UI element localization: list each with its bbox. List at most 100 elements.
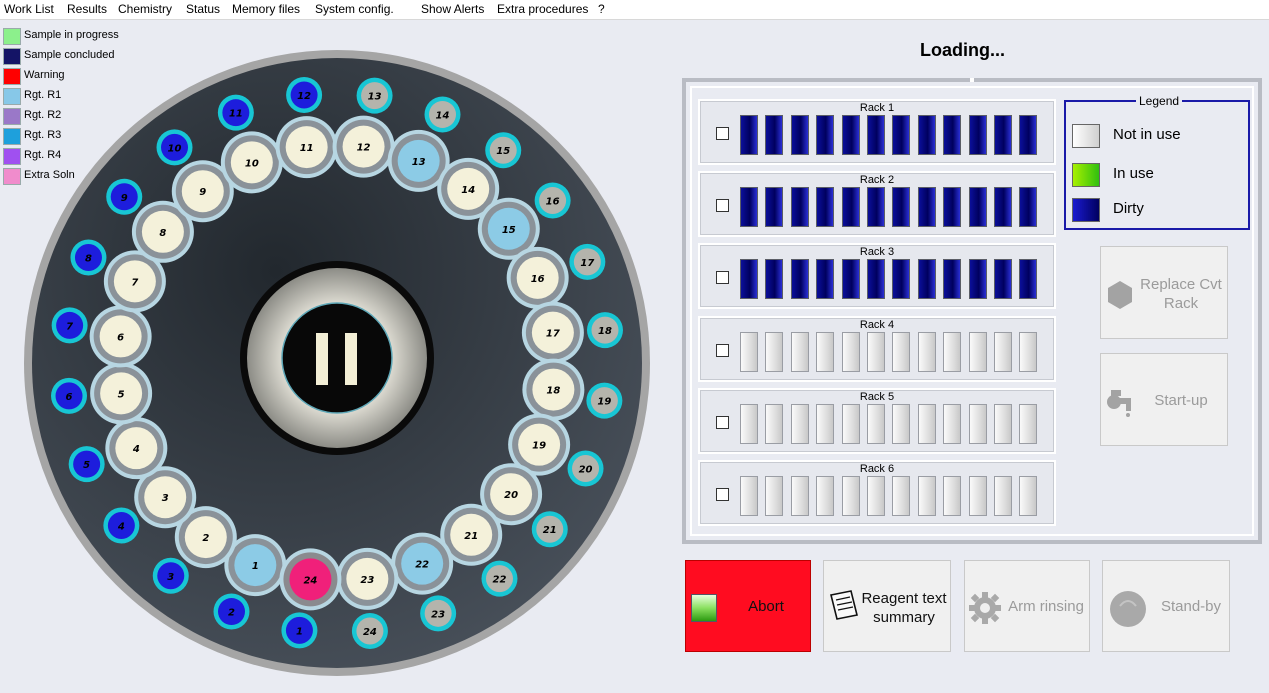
cup-position[interactable]: 4 [103, 507, 140, 544]
cuvette [841, 332, 860, 372]
document-icon [830, 590, 858, 620]
position-number: 18 [598, 326, 612, 337]
position-number: 12 [357, 143, 371, 154]
cup-position[interactable]: 20 [567, 450, 604, 487]
cuvette [740, 187, 758, 227]
cuvette [790, 404, 809, 444]
position-number: 22 [493, 575, 507, 586]
position-number: 20 [579, 464, 593, 475]
cup-position[interactable]: 6 [51, 377, 88, 414]
replace-cvt-rack-label-line1: Replace Cvt [1140, 276, 1222, 293]
cup-position[interactable]: 14 [424, 96, 461, 133]
position-number: 23 [360, 575, 374, 586]
reagent-bottle-position[interactable]: 22 [391, 532, 454, 595]
cup-position[interactable]: 22 [481, 560, 518, 597]
replace-cvt-rack-button[interactable]: Replace Cvt Rack [1100, 246, 1228, 339]
cup-position[interactable]: 16 [534, 182, 571, 219]
cup-position[interactable]: 23 [420, 595, 457, 632]
cup-position[interactable]: 13 [356, 77, 393, 114]
position-number: 11 [300, 143, 314, 154]
reagent-bottle-position[interactable]: 4 [105, 417, 168, 480]
rack-checkbox[interactable] [716, 344, 729, 357]
cup-position[interactable]: 5 [68, 446, 105, 483]
position-number: 3 [167, 572, 174, 583]
cup-position[interactable]: 10 [156, 129, 193, 166]
cuvette [765, 476, 784, 516]
position-number: 16 [546, 197, 560, 208]
position-number: 14 [436, 110, 450, 121]
position-number: 9 [121, 193, 128, 204]
cup-position[interactable]: 24 [351, 612, 388, 649]
legend-label: Rgt. R4 [24, 149, 62, 161]
reagent-bottle-position[interactable]: 17 [521, 301, 584, 364]
reagent-bottle-position[interactable]: 10 [220, 131, 283, 194]
cup-position[interactable]: 3 [152, 557, 189, 594]
reagent-carousel: 1234567891011 121314151617181920212223241… [24, 50, 650, 676]
position-number: 15 [496, 146, 510, 157]
cuvette [867, 259, 885, 299]
cup-position[interactable]: 9 [106, 178, 143, 215]
reagent-bottle-position[interactable]: 11 [275, 116, 338, 179]
cuvette [968, 404, 987, 444]
rack-checkbox[interactable] [716, 271, 729, 284]
rack-title: Rack 3 [859, 246, 895, 258]
cuvette [892, 259, 911, 299]
legend-swatch [3, 88, 21, 105]
cup-position[interactable]: 17 [569, 243, 606, 280]
rack-checkbox[interactable] [716, 199, 729, 212]
cup-position[interactable]: 18 [586, 312, 623, 349]
reagent-bottle-position[interactable]: 16 [506, 246, 569, 309]
position-number: 1 [296, 626, 303, 637]
position-number: 10 [168, 143, 182, 154]
reagent-bottle-position[interactable]: 6 [89, 305, 152, 368]
reagent-bottle-position[interactable]: 12 [332, 115, 395, 178]
position-number: 21 [543, 525, 557, 536]
rack-checkbox[interactable] [716, 127, 729, 140]
rack-2: Rack 2 [698, 171, 1056, 237]
reagent-bottle-position[interactable]: 5 [90, 362, 153, 425]
position-number: 17 [546, 329, 560, 340]
position-number: 11 [229, 109, 243, 120]
arm-rinsing-label: Arm rinsing [1008, 598, 1084, 615]
cuvette [740, 115, 758, 155]
cup-position[interactable]: 11 [217, 94, 254, 131]
cup-position[interactable]: 15 [485, 132, 522, 169]
pause-button[interactable] [281, 302, 393, 414]
cuvette [943, 404, 962, 444]
rack-checkbox[interactable] [716, 416, 729, 429]
standby-button[interactable]: Stand-by [1102, 560, 1230, 652]
reagent-text-summary-button[interactable]: Reagent text summary [823, 560, 951, 652]
rack-6: Rack 6 [698, 460, 1056, 526]
cup-position[interactable]: 19 [586, 382, 623, 419]
legend-swatch-not-in-use [1072, 124, 1100, 148]
legend-swatch [3, 148, 21, 165]
cup-position[interactable]: 7 [51, 307, 88, 344]
gear-icon [969, 592, 1001, 624]
abort-indicator-icon [691, 594, 717, 622]
abort-button[interactable]: Abort [685, 560, 811, 652]
rack-title: Rack 2 [859, 174, 895, 186]
position-number: 13 [368, 92, 382, 103]
position-number: 5 [118, 389, 125, 400]
legend-label-dirty: Dirty [1113, 200, 1144, 217]
arm-rinsing-button[interactable]: Arm rinsing [964, 560, 1090, 652]
cuvette [816, 259, 835, 299]
startup-button[interactable]: Start-up [1100, 353, 1228, 446]
legend-label: Rgt. R3 [24, 129, 62, 141]
cup-position[interactable]: 12 [286, 77, 323, 114]
cuvette [765, 187, 784, 227]
rack-checkbox[interactable] [716, 488, 729, 501]
position-number: 9 [199, 187, 206, 198]
cuvette [790, 332, 809, 372]
reagent-bottle-position[interactable]: 23 [336, 547, 399, 610]
cup-position[interactable]: 2 [213, 593, 250, 630]
cuvette [765, 115, 784, 155]
cup-position[interactable]: 1 [281, 612, 318, 649]
cup-position[interactable]: 21 [531, 511, 568, 548]
cuvette [917, 115, 936, 155]
cup-position[interactable]: 8 [70, 239, 107, 276]
reagent-bottle-position[interactable]: 24 [279, 548, 342, 611]
reagent-bottle-position[interactable]: 18 [522, 358, 585, 421]
reagent-summary-label-line1: Reagent text [861, 590, 947, 607]
pause-icon-right-bar [345, 333, 357, 385]
